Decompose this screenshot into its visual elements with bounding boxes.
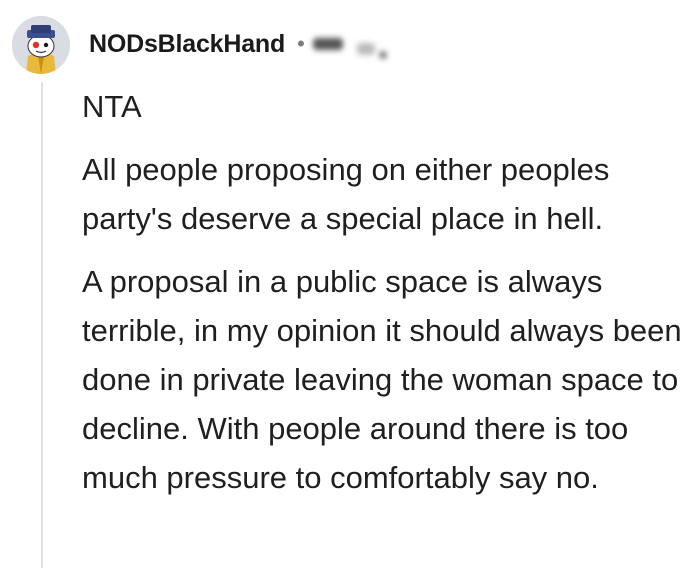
redacted-timestamp [312, 29, 387, 59]
comment-header: NODsBlackHand • [89, 26, 387, 62]
comment-paragraph: All people proposing on either peoples p… [82, 152, 610, 236]
comment-paragraph: A proposal in a public space is always t… [82, 264, 682, 495]
thread-line[interactable] [41, 82, 43, 568]
separator-dot: • [297, 31, 305, 56]
comment-body: NTA All people proposing on either peopl… [82, 82, 692, 502]
avatar[interactable] [12, 16, 70, 74]
username-link[interactable]: NODsBlackHand [89, 30, 285, 59]
snoo-avatar-icon [12, 16, 70, 74]
comment-paragraph-verdict: NTA [82, 89, 142, 124]
